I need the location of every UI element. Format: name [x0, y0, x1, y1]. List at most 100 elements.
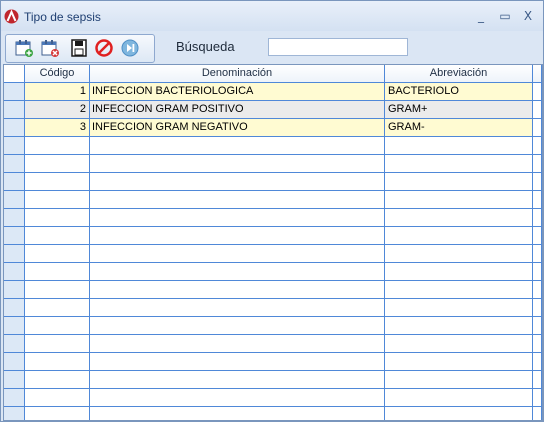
cell-denominacion[interactable]	[90, 137, 385, 155]
cell-abreviacion[interactable]	[385, 281, 533, 299]
cell-denominacion[interactable]	[90, 227, 385, 245]
cell-abreviacion[interactable]	[385, 245, 533, 263]
save-icon[interactable]	[69, 38, 89, 58]
empty-row[interactable]	[4, 299, 542, 317]
cell-denominacion[interactable]	[90, 281, 385, 299]
row-selector[interactable]	[4, 335, 25, 353]
row-selector[interactable]	[4, 227, 25, 245]
empty-row[interactable]	[4, 407, 542, 420]
row-selector[interactable]	[4, 83, 25, 101]
cell-codigo[interactable]	[25, 155, 90, 173]
table-row[interactable]: 2 INFECCION GRAM POSITIVO GRAM+	[4, 101, 542, 119]
empty-row[interactable]	[4, 281, 542, 299]
empty-row[interactable]	[4, 371, 542, 389]
cell-abreviacion[interactable]: GRAM+	[385, 101, 533, 119]
cell-codigo[interactable]	[25, 371, 90, 389]
cell-abreviacion[interactable]	[385, 155, 533, 173]
column-header-denominacion[interactable]: Denominación	[90, 65, 385, 83]
row-selector[interactable]	[4, 407, 25, 420]
cell-codigo[interactable]	[25, 281, 90, 299]
row-selector-header[interactable]	[4, 65, 25, 83]
cell-abreviacion[interactable]	[385, 191, 533, 209]
column-header-abreviacion[interactable]: Abreviación	[385, 65, 533, 83]
row-selector[interactable]	[4, 191, 25, 209]
cell-codigo[interactable]	[25, 263, 90, 281]
cell-denominacion[interactable]	[90, 209, 385, 227]
cell-denominacion[interactable]	[90, 173, 385, 191]
empty-row[interactable]	[4, 335, 542, 353]
row-selector[interactable]	[4, 281, 25, 299]
cell-abreviacion[interactable]	[385, 371, 533, 389]
cell-codigo[interactable]	[25, 209, 90, 227]
empty-row[interactable]	[4, 317, 542, 335]
row-selector[interactable]	[4, 371, 25, 389]
cell-codigo[interactable]	[25, 353, 90, 371]
search-input[interactable]	[268, 38, 408, 56]
empty-row[interactable]	[4, 191, 542, 209]
cell-codigo[interactable]	[25, 335, 90, 353]
cell-codigo[interactable]	[25, 191, 90, 209]
empty-row[interactable]	[4, 245, 542, 263]
cell-denominacion[interactable]	[90, 335, 385, 353]
title-bar[interactable]: Tipo de sepsis _ ▭ X	[1, 1, 543, 31]
cell-codigo[interactable]	[25, 227, 90, 245]
calendar-delete-icon[interactable]	[40, 38, 60, 58]
row-selector[interactable]	[4, 101, 25, 119]
cell-codigo[interactable]: 3	[25, 119, 90, 137]
cell-denominacion[interactable]	[90, 191, 385, 209]
cell-abreviacion[interactable]	[385, 299, 533, 317]
minimize-button[interactable]: _	[472, 7, 490, 25]
cell-abreviacion[interactable]	[385, 407, 533, 420]
cell-denominacion[interactable]: INFECCION GRAM NEGATIVO	[90, 119, 385, 137]
row-selector[interactable]	[4, 389, 25, 407]
cell-denominacion[interactable]	[90, 245, 385, 263]
row-selector[interactable]	[4, 155, 25, 173]
cell-denominacion[interactable]	[90, 389, 385, 407]
row-selector[interactable]	[4, 137, 25, 155]
cell-abreviacion[interactable]	[385, 317, 533, 335]
cell-denominacion[interactable]	[90, 263, 385, 281]
empty-row[interactable]	[4, 353, 542, 371]
cell-abreviacion[interactable]	[385, 173, 533, 191]
empty-row[interactable]	[4, 227, 542, 245]
cell-denominacion[interactable]: INFECCION GRAM POSITIVO	[90, 101, 385, 119]
cell-codigo[interactable]: 2	[25, 101, 90, 119]
cell-abreviacion[interactable]: GRAM-	[385, 119, 533, 137]
row-selector[interactable]	[4, 263, 25, 281]
row-selector[interactable]	[4, 173, 25, 191]
cell-codigo[interactable]	[25, 299, 90, 317]
column-header-codigo[interactable]: Código	[25, 65, 90, 83]
cell-codigo[interactable]	[25, 389, 90, 407]
cell-denominacion[interactable]	[90, 155, 385, 173]
table-row[interactable]: 3 INFECCION GRAM NEGATIVO GRAM-	[4, 119, 542, 137]
exit-icon[interactable]	[120, 38, 140, 58]
cell-denominacion[interactable]	[90, 299, 385, 317]
empty-row[interactable]	[4, 137, 542, 155]
cell-codigo[interactable]: 1	[25, 83, 90, 101]
cell-abreviacion[interactable]	[385, 137, 533, 155]
cell-denominacion[interactable]	[90, 371, 385, 389]
cell-abreviacion[interactable]	[385, 263, 533, 281]
row-selector[interactable]	[4, 299, 25, 317]
cell-codigo[interactable]	[25, 137, 90, 155]
row-selector[interactable]	[4, 209, 25, 227]
cell-denominacion[interactable]	[90, 407, 385, 420]
row-selector[interactable]	[4, 353, 25, 371]
cell-denominacion[interactable]	[90, 353, 385, 371]
cell-abreviacion[interactable]: BACTERIOLO	[385, 83, 533, 101]
cell-denominacion[interactable]	[90, 317, 385, 335]
cell-codigo[interactable]	[25, 407, 90, 420]
row-selector[interactable]	[4, 119, 25, 137]
maximize-button[interactable]: ▭	[496, 7, 514, 25]
empty-row[interactable]	[4, 263, 542, 281]
cell-codigo[interactable]	[25, 317, 90, 335]
empty-row[interactable]	[4, 209, 542, 227]
cell-abreviacion[interactable]	[385, 209, 533, 227]
empty-row[interactable]	[4, 155, 542, 173]
cell-denominacion[interactable]: INFECCION BACTERIOLOGICA	[90, 83, 385, 101]
table-row[interactable]: 1 INFECCION BACTERIOLOGICA BACTERIOLO	[4, 83, 542, 101]
cell-abreviacion[interactable]	[385, 389, 533, 407]
row-selector[interactable]	[4, 317, 25, 335]
cell-codigo[interactable]	[25, 173, 90, 191]
cell-abreviacion[interactable]	[385, 335, 533, 353]
